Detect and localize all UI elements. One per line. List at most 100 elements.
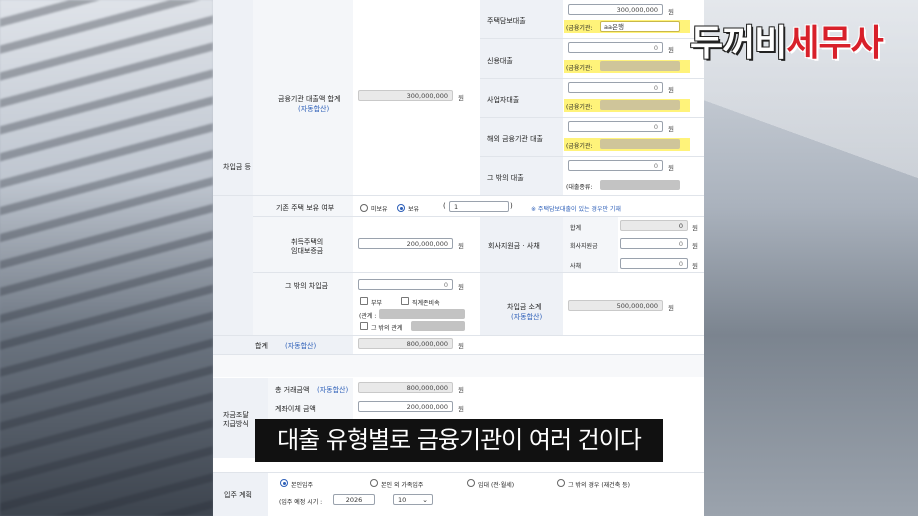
support-company-label: 회사지원금 [570,243,598,250]
inst-input-other[interactable] [600,180,680,190]
radio-no-home[interactable] [360,204,368,212]
sum-auto: (자동합산) [285,342,317,350]
loan-label-mortgage: 주택담보대출 [487,17,526,25]
unit-label: 원 [458,386,464,394]
section-title-borrow: 차입금 등 [223,163,251,171]
background-keyboard [0,0,213,516]
inst-label-business: (금융기관: [566,104,593,111]
relation-open: (관계 : [359,313,377,320]
support-sum-label: 합계 [570,225,582,232]
unit-label: 원 [692,242,698,250]
loan-label-business: 사업자대출 [487,96,520,104]
inst-input-credit[interactable] [600,61,680,71]
radio-rent[interactable] [467,479,475,487]
support-bond-field[interactable]: 0 [620,258,688,269]
unit-label: 원 [668,86,674,94]
radio-family-move[interactable] [370,479,378,487]
schedule-label: (입주 예정 시기 : [279,499,323,506]
channel-logo: 두꺼비세무사 [690,14,884,66]
loan-label-credit: 신용대출 [487,57,513,65]
unit-label: 원 [668,46,674,54]
unit-label: 원 [692,262,698,270]
radio-other-case-label: 그 밖의 경우 (재건축 등) [568,482,630,489]
total-trade-field: 800,000,000 [358,382,453,393]
support-sum-field: 0 [620,220,688,231]
total-trade-label: 총 거래금액 [275,386,310,394]
count-open: ( [443,202,446,210]
background-laptop [704,0,918,516]
unit-label: 원 [668,304,674,312]
contract-field[interactable]: 200,000,000 [358,401,453,412]
radio-self-move[interactable] [280,479,288,487]
other-borrow-label: 그 밖의 차입금 [285,282,329,290]
check-other-relation-label: 그 밖의 관계 [371,325,403,332]
support-label: 회사지원금 · 사채 [488,242,540,250]
check-spouse[interactable] [360,297,368,305]
other-borrow-field[interactable]: 0 [358,279,453,290]
count-close: ) [510,202,513,210]
loan-label-other: 그 밖의 대출 [487,174,524,182]
loan-amount-credit[interactable]: 0 [568,42,663,53]
existing-home-note: ※ 주택담보대출이 있는 경우만 기재 [531,206,621,213]
support-bond-label: 사채 [570,263,582,270]
video-caption: 대출 유형별로 금융기관이 여러 건이다 [255,419,663,462]
inst-label-other: (대출종류: [566,184,593,191]
loan-amount-other[interactable]: 0 [568,160,663,171]
unit-label: 원 [458,283,464,291]
unit-label: 원 [668,164,674,172]
inst-input-mortgage[interactable]: aa은행 [600,21,680,32]
chevron-down-icon: ⌄ [422,496,428,504]
unit-label: 원 [458,405,464,413]
support-company-field[interactable]: 0 [620,238,688,249]
loan-amount-overseas[interactable]: 0 [568,121,663,132]
deposit-field[interactable]: 200,000,000 [358,238,453,249]
total-loan-label: 금융기관 대출액 합계 [278,95,341,103]
logo-part-white: 두꺼비 [690,23,787,64]
radio-other-case[interactable] [557,479,565,487]
move-title: 입주 계획 [224,491,252,499]
sum-field: 800,000,000 [358,338,453,349]
borrow-subtotal-label: 차입금 소계 [507,303,542,311]
unit-label: 원 [458,342,464,350]
unit-label: 원 [692,224,698,232]
unit-label: 원 [458,94,464,102]
check-direct[interactable] [401,297,409,305]
radio-have-home-label: 보유 [408,206,420,213]
move-year-input[interactable]: 2026 [333,494,375,505]
inst-input-overseas[interactable] [600,139,680,149]
check-direct-label: 직계존비속 [412,300,440,307]
move-month-value: 10 [398,496,407,504]
borrow-subtotal-auto: (자동합산) [511,313,543,321]
radio-have-home[interactable] [397,204,405,212]
other-relation-input[interactable] [411,321,465,331]
inst-label-mortgage: (금융기관: [566,25,593,32]
unit-label: 원 [668,125,674,133]
home-count-input[interactable]: 1 [449,201,509,212]
radio-rent-label: 임대 (전·월세) [478,482,515,489]
logo-part-red: 세무사 [786,23,883,64]
check-spouse-label: 부부 [371,300,383,307]
plan-title-2: 지급방식 [223,420,249,428]
inst-input-business[interactable] [600,100,680,110]
radio-no-home-label: 미보유 [371,206,388,213]
borrow-subtotal-field: 500,000,000 [568,300,663,311]
contract-label: 계좌이체 금액 [275,405,316,413]
loan-label-overseas: 해외 금융기관 대출 [487,135,543,143]
loan-amount-business[interactable]: 0 [568,82,663,93]
unit-label: 원 [668,8,674,16]
loan-amount-mortgage[interactable]: 300,000,000 [568,4,663,15]
existing-home-label: 기존 주택 보유 여부 [276,204,335,212]
total-trade-auto: (자동합산) [317,386,349,394]
inst-label-overseas: (금융기관: [566,143,593,150]
move-month-select[interactable]: 10 ⌄ [393,494,433,505]
radio-self-move-label: 본인입주 [291,482,314,489]
inst-label-credit: (금융기관: [566,65,593,72]
relation-input[interactable] [379,309,465,319]
deposit-label-2: 임대보증금 [291,247,324,255]
total-loan-auto: (자동합산) [298,105,330,113]
sum-label: 합계 [255,342,268,350]
total-loan-field: 300,000,000 [358,90,453,101]
radio-family-move-label: 본인 외 가족입주 [381,482,424,489]
check-other-relation[interactable] [360,322,368,330]
unit-label: 원 [458,242,464,250]
